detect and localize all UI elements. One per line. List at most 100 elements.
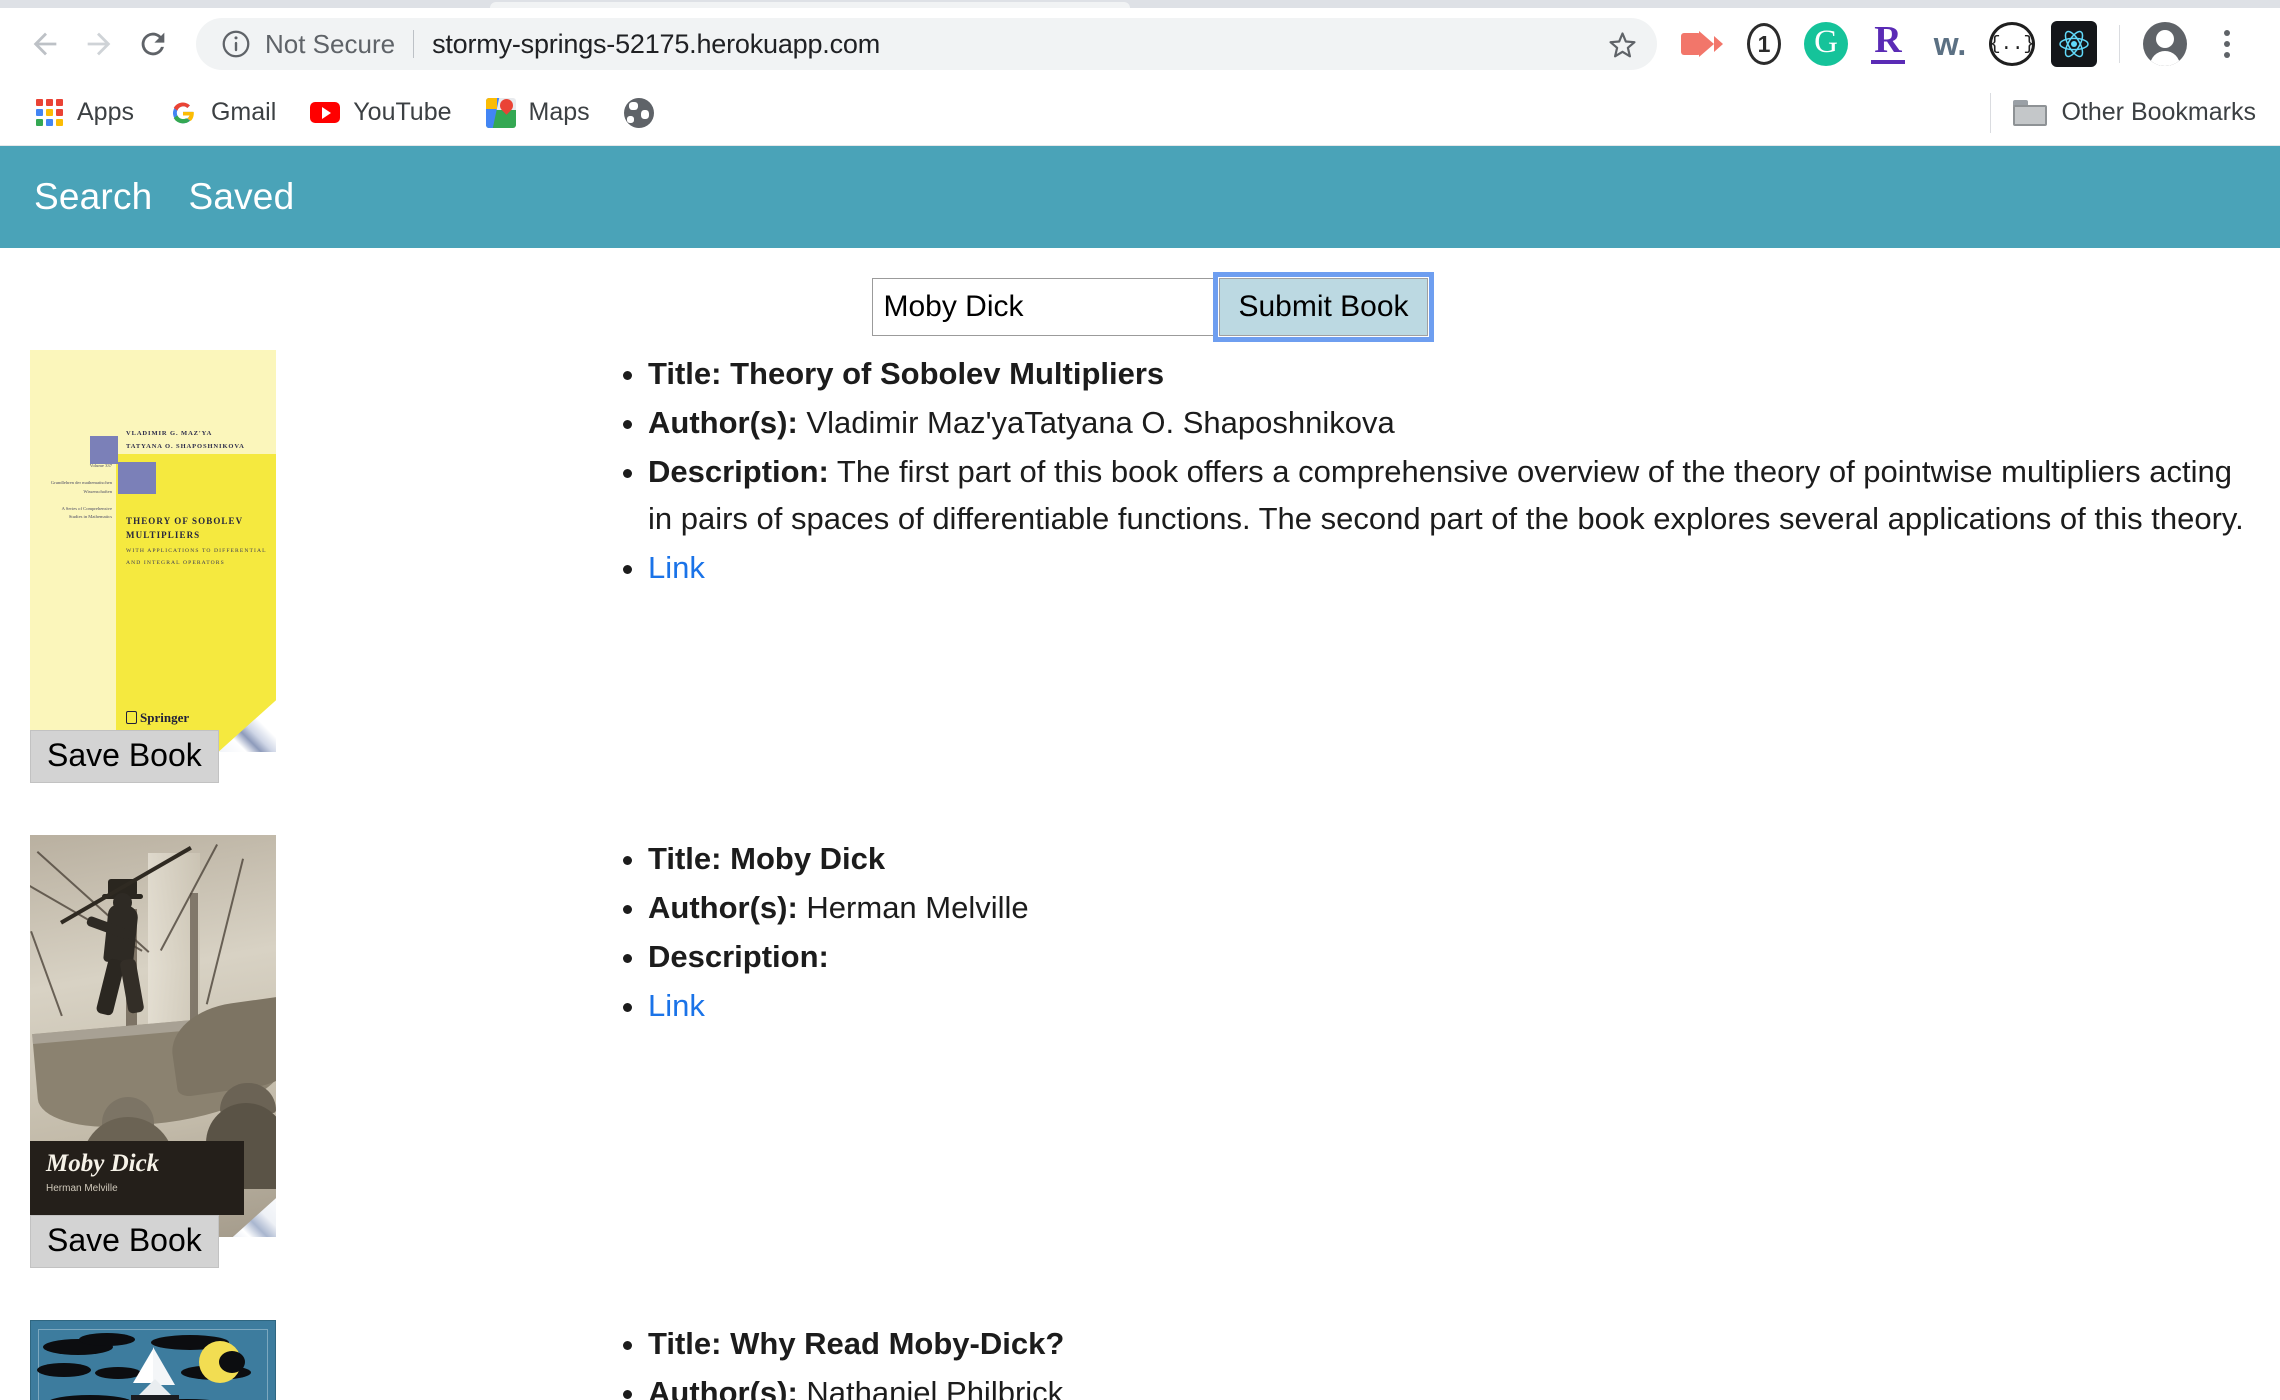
book-title: Moby Dick	[730, 841, 886, 876]
save-book-button[interactable]: Save Book	[30, 730, 219, 783]
pocket-icon[interactable]	[1671, 15, 1733, 73]
book-cover-column: Moby Dick Herman Melville J. M. Dent Sav…	[0, 835, 620, 1268]
bookmark-label: YouTube	[353, 98, 452, 126]
nav-link-search[interactable]: Search	[34, 176, 152, 218]
youtube-icon	[310, 98, 341, 128]
bookmark-maps[interactable]: Maps	[476, 90, 600, 136]
cover-authors: VLADIMIR G. MAZ'YA TATYANA O. SHAPOSHNIK…	[126, 430, 245, 450]
bookmark-label: Maps	[528, 98, 590, 126]
reload-icon[interactable]	[126, 17, 180, 71]
authors-label: Author(s):	[648, 1375, 798, 1400]
moby-dick-cover[interactable]: Moby Dick Herman Melville J. M. Dent	[30, 835, 276, 1237]
bookmark-label: Gmail	[210, 98, 277, 126]
other-bookmarks-label: Other Bookmarks	[2061, 98, 2256, 126]
book-title-item: Title: Why Read Moby-Dick?	[648, 1320, 2260, 1367]
book-link-item: Link	[648, 544, 2260, 591]
book-title: Theory of Sobolev Multipliers	[730, 356, 1165, 391]
book-link[interactable]: Link	[648, 988, 705, 1023]
bookmark-globe[interactable]	[614, 90, 677, 136]
book-cover-column	[0, 1320, 620, 1400]
onepassword-icon[interactable]: 1	[1733, 15, 1795, 73]
book-authors-item: Author(s): Herman Melville	[648, 884, 2260, 931]
book-cover-column: VLADIMIR G. MAZ'YA TATYANA O. SHAPOSHNIK…	[0, 350, 620, 783]
bookmark-gmail[interactable]: Gmail	[158, 90, 286, 136]
why-read-moby-dick-cover[interactable]	[30, 1320, 276, 1400]
ship-icon	[127, 1345, 183, 1400]
url-text[interactable]: stormy-springs-52175.herokuapp.com	[432, 29, 1597, 60]
omnibox-divider	[413, 30, 415, 58]
book-description-item: Description: The first part of this book…	[648, 448, 2260, 542]
description-label: Description:	[648, 939, 829, 975]
book-search-form: Submit Book	[872, 272, 1434, 342]
book-authors: Vladimir Maz'yaTatyana O. Shaposhnikova	[806, 405, 1395, 441]
security-status-label: Not Secure	[265, 28, 396, 59]
cover-subtitle: WITH APPLICATIONS TO DIFFERENTIAL AND IN…	[126, 548, 267, 566]
cover-title: Moby Dick	[46, 1150, 160, 1177]
json-viewer-icon[interactable]: {..}	[1981, 15, 2043, 73]
authors-label: Author(s):	[648, 405, 798, 441]
apps-grid-icon	[34, 98, 64, 128]
title-label: Title:	[648, 841, 722, 876]
page-content: Search Saved Submit Book VLADIMIR G. MAZ…	[0, 146, 2280, 1400]
other-bookmarks-button[interactable]: Other Bookmarks	[1990, 92, 2256, 133]
nav-link-saved[interactable]: Saved	[188, 176, 294, 218]
book-description: The first part of this book offers a com…	[648, 454, 2244, 537]
rakuten-icon[interactable]: R	[1857, 15, 1919, 73]
book-result-row: VLADIMIR G. MAZ'YA TATYANA O. SHAPOSHNIK…	[0, 350, 2280, 783]
cover-spine-text: Volume 337 Grundlehren der mathematische…	[50, 463, 112, 520]
avatar-icon[interactable]	[2134, 15, 2196, 73]
browser-tab[interactable]	[490, 2, 1130, 8]
book-search-input[interactable]	[872, 278, 1219, 336]
bookmark-label: Apps	[77, 98, 134, 126]
authors-label: Author(s):	[648, 890, 798, 926]
book-authors: Nathaniel Philbrick	[806, 1375, 1064, 1400]
book-link[interactable]: Link	[648, 550, 705, 585]
book-authors-item: Author(s): Nathaniel Philbrick	[648, 1369, 2260, 1400]
info-circle-icon[interactable]	[220, 28, 252, 60]
search-row: Submit Book	[0, 248, 2280, 342]
toolbar-divider	[2119, 25, 2120, 63]
description-label: Description:	[648, 454, 829, 490]
book-description-item: Description:	[648, 933, 2260, 980]
book-title: Why Read Moby-Dick?	[730, 1326, 1065, 1361]
google-maps-icon	[485, 97, 516, 128]
book-details-list: Title: Theory of Sobolev Multipliers Aut…	[620, 350, 2260, 592]
cover-title-band: Moby Dick Herman Melville	[30, 1141, 244, 1215]
browser-chrome: Not Secure stormy-springs-52175.herokuap…	[0, 0, 2280, 146]
sobolev-multipliers-cover[interactable]: VLADIMIR G. MAZ'YA TATYANA O. SHAPOSHNIK…	[30, 350, 276, 752]
bookmark-star-icon[interactable]	[1597, 19, 1647, 69]
book-result-row: Moby Dick Herman Melville J. M. Dent Sav…	[0, 835, 2280, 1268]
kebab-menu-icon[interactable]	[2196, 15, 2258, 73]
book-details-list: Title: Why Read Moby-Dick? Author(s): Na…	[620, 1320, 2260, 1400]
back-arrow-icon[interactable]	[18, 17, 72, 71]
book-title-item: Title: Theory of Sobolev Multipliers	[648, 350, 2260, 397]
book-title-item: Title: Moby Dick	[648, 835, 2260, 882]
book-details-list: Title: Moby Dick Author(s): Herman Melvi…	[620, 835, 2260, 1029]
bookmark-youtube[interactable]: YouTube	[300, 90, 461, 136]
react-devtools-icon[interactable]	[2043, 15, 2105, 73]
grammarly-icon[interactable]: G	[1795, 15, 1857, 73]
wappalyzer-icon[interactable]: w.	[1919, 15, 1981, 73]
book-info-column: Title: Theory of Sobolev Multipliers Aut…	[620, 350, 2280, 594]
globe-icon	[623, 97, 654, 128]
browser-toolbar: Not Secure stormy-springs-52175.herokuap…	[0, 8, 2280, 80]
tab-strip[interactable]	[0, 0, 2280, 8]
folder-icon	[2013, 99, 2048, 126]
cover-author: Herman Melville	[46, 1182, 118, 1194]
book-authors-item: Author(s): Vladimir Maz'yaTatyana O. Sha…	[648, 399, 2260, 446]
save-book-button[interactable]: Save Book	[30, 1215, 219, 1268]
book-info-column: Title: Moby Dick Author(s): Herman Melvi…	[620, 835, 2280, 1031]
book-result-row: Title: Why Read Moby-Dick? Author(s): Na…	[0, 1320, 2280, 1400]
site-navbar: Search Saved	[0, 146, 2280, 248]
bookmarks-bar: Apps Gmail YouTube Maps Other Bookmarks	[0, 80, 2280, 146]
book-info-column: Title: Why Read Moby-Dick? Author(s): Na…	[620, 1320, 2280, 1400]
forward-arrow-icon[interactable]	[72, 17, 126, 71]
title-label: Title:	[648, 356, 722, 391]
cover-publisher: Springer	[126, 710, 189, 726]
title-label: Title:	[648, 1326, 722, 1361]
address-bar[interactable]: Not Secure stormy-springs-52175.herokuap…	[196, 18, 1657, 70]
bookmark-apps[interactable]: Apps	[24, 90, 144, 136]
gmail-icon	[168, 98, 198, 128]
cover-title: THEORY OF SOBOLEV MULTIPLIERS	[126, 516, 244, 540]
submit-book-button[interactable]: Submit Book	[1213, 272, 1434, 342]
